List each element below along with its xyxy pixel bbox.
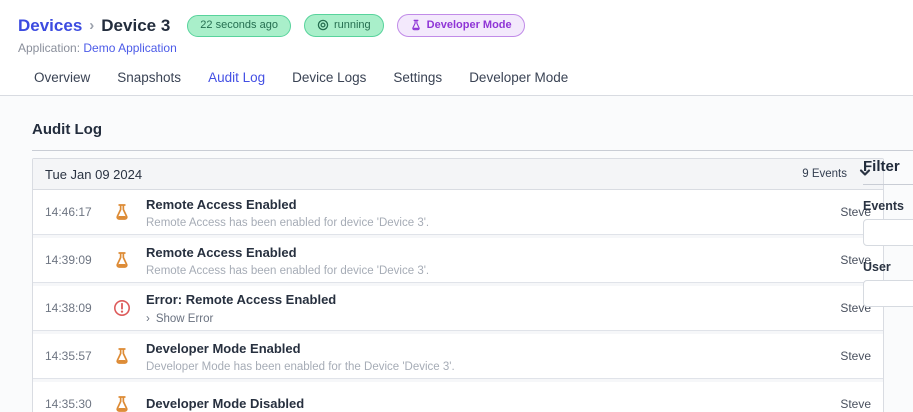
status-running-icon: [317, 19, 329, 31]
event-description: Remote Access has been enabled for devic…: [146, 216, 430, 229]
tab-overview[interactable]: Overview: [27, 64, 97, 98]
filter-user-label: User: [863, 260, 891, 274]
page-header: Devices › Device 3 22 seconds ago runnin…: [0, 0, 913, 98]
tab-developer-mode[interactable]: Developer Mode: [462, 64, 575, 98]
flask-icon: [113, 395, 131, 412]
event-count-label: 9 Events: [802, 168, 847, 180]
event-user: Steve: [840, 349, 871, 363]
date-group-header[interactable]: Tue Jan 09 2024 9 Events: [33, 159, 883, 190]
section-divider: [32, 150, 913, 151]
application-row: Application: Demo Application: [18, 41, 177, 55]
breadcrumb: Devices › Device 3 22 seconds ago runnin…: [18, 14, 525, 37]
tab-snapshots[interactable]: Snapshots: [110, 64, 188, 98]
event-title: Developer Mode Disabled: [146, 396, 305, 411]
status-label: running: [333, 18, 371, 31]
filter-events-input[interactable]: [863, 219, 913, 246]
event-time: 14:39:09: [45, 253, 92, 267]
audit-event-row: 14:38:09 Error: Remote Access Enabled Sh…: [33, 286, 883, 331]
tab-settings[interactable]: Settings: [386, 64, 449, 98]
audit-event-row: 14:35:30 Developer Mode Disabled Steve: [33, 382, 883, 412]
filter-divider: [863, 184, 913, 185]
filter-panel: Filter Events User: [863, 158, 913, 307]
developer-mode-label: Developer Mode: [426, 18, 512, 31]
audit-log-card: Tue Jan 09 2024 9 Events 14:46:17 Remote…: [32, 158, 884, 412]
event-title: Developer Mode Enabled: [146, 340, 301, 356]
event-description: Developer Mode has been enabled for the …: [146, 360, 455, 373]
event-time: 14:35:30: [45, 397, 92, 411]
flask-icon: [113, 251, 131, 269]
event-time: 14:46:17: [45, 205, 92, 219]
tab-audit-log[interactable]: Audit Log: [201, 64, 273, 98]
event-title: Error: Remote Access Enabled: [146, 292, 337, 307]
application-link[interactable]: Demo Application: [83, 41, 176, 55]
breadcrumb-devices-link[interactable]: Devices: [18, 16, 82, 36]
content-area: Audit Log Tue Jan 09 2024 9 Events 14:46…: [0, 96, 913, 412]
audit-event-row: 14:35:57 Developer Mode Enabled Develope…: [33, 334, 883, 379]
event-list: 14:46:17 Remote Access Enabled Remote Ac…: [33, 190, 883, 412]
error-icon: [113, 299, 131, 317]
show-error-expander[interactable]: Show Error: [146, 313, 830, 325]
filter-user-input[interactable]: [863, 280, 913, 307]
audit-event-row: 14:46:17 Remote Access Enabled Remote Ac…: [33, 190, 883, 235]
developer-mode-badge: Developer Mode: [396, 14, 525, 37]
badge-group: 22 seconds ago running Developer Mode: [187, 14, 525, 37]
last-seen-badge: 22 seconds ago: [187, 14, 291, 37]
filter-events-label: Events: [863, 199, 904, 213]
event-description: Remote Access has been enabled for devic…: [146, 264, 430, 277]
flask-icon: [113, 347, 131, 365]
tab-bar: Overview Snapshots Audit Log Device Logs…: [27, 64, 575, 98]
tab-device-logs[interactable]: Device Logs: [285, 64, 373, 98]
date-group-label: Tue Jan 09 2024: [45, 166, 143, 182]
event-title: Remote Access Enabled: [146, 196, 297, 212]
event-time: 14:38:09: [45, 301, 92, 315]
status-badge: running: [303, 14, 384, 37]
event-title: Remote Access Enabled: [146, 244, 297, 260]
page-title: Device 3: [101, 15, 171, 35]
breadcrumb-separator-icon: ›: [89, 17, 95, 34]
last-seen-label: 22 seconds ago: [200, 18, 278, 31]
application-label: Application:: [18, 41, 81, 55]
audit-event-row: 14:39:09 Remote Access Enabled Remote Ac…: [33, 238, 883, 283]
flask-icon: [410, 19, 422, 31]
flask-icon: [113, 203, 131, 221]
filter-title: Filter: [863, 158, 900, 175]
event-time: 14:35:57: [45, 349, 92, 363]
audit-log-title: Audit Log: [32, 121, 102, 138]
event-user: Steve: [840, 397, 871, 411]
